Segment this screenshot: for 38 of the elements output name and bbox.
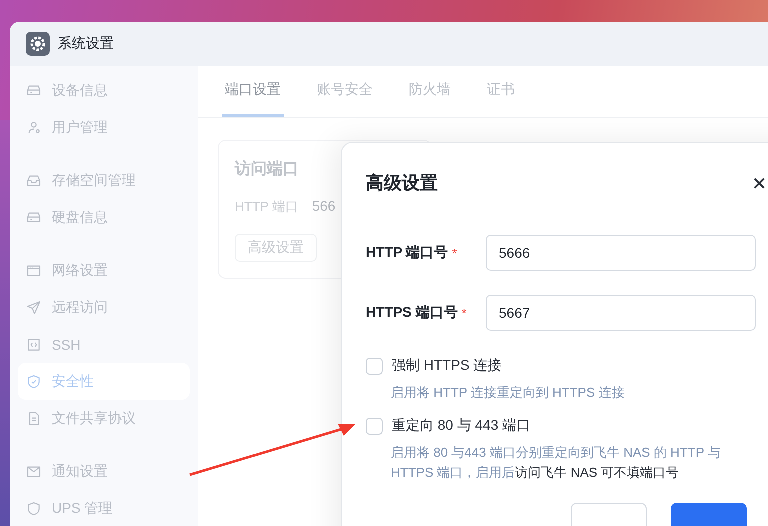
sidebar-item[interactable]: SSH — [18, 326, 190, 363]
sidebar-item-icon — [26, 336, 42, 352]
required-mark: * — [462, 306, 467, 320]
input-field[interactable]: 5667 — [486, 295, 756, 331]
sidebar-item[interactable]: 用户管理 — [18, 109, 190, 146]
sidebar-item-icon — [26, 120, 42, 136]
tab[interactable]: 证书 — [484, 66, 518, 117]
window-title: 系统设置 — [58, 35, 114, 53]
tab[interactable]: 端口设置 — [222, 66, 284, 117]
required-mark: * — [452, 246, 458, 260]
sidebar-item[interactable]: 网络设置 — [18, 252, 190, 289]
sidebar-item[interactable]: 存储空间管理 — [18, 162, 190, 199]
sidebar-item[interactable]: 安全性 — [18, 363, 190, 400]
dialog-title: 高级设置 — [366, 172, 438, 195]
option-description: 启用将 80 与443 端口分别重定向到飞牛 NAS 的 HTTP 与 HTTPS 端口，启用后访问飞牛 NAS 可不填端口号 — [391, 444, 722, 482]
tab[interactable]: 防火墙 — [406, 66, 454, 117]
checkbox-label: 强制 HTTPS 连接 — [392, 357, 502, 375]
sidebar-item[interactable]: 文件共享协议 — [18, 400, 190, 437]
sidebar-item[interactable]: 通知设置 — [18, 453, 190, 490]
sidebar-item[interactable]: 设备信息 — [18, 72, 190, 109]
sidebar-item[interactable]: 硬盘信息 — [18, 199, 190, 236]
sidebar-item-icon — [26, 374, 42, 390]
close-icon[interactable] — [753, 176, 766, 190]
sidebar-item-icon — [26, 500, 42, 516]
checkbox[interactable] — [366, 418, 383, 434]
sidebar-item[interactable]: UPS 管理 — [18, 490, 190, 526]
sidebar-item[interactable]: 远程访问 — [18, 289, 190, 326]
gear-icon — [26, 32, 50, 56]
tab[interactable]: 账号安全 — [314, 66, 376, 117]
checkbox[interactable] — [366, 358, 383, 374]
field-label: HTTPS 端口号 — [366, 304, 458, 322]
checkbox-label: 重定向 80 与 443 端口 — [392, 417, 530, 435]
sidebar-item-icon — [26, 300, 42, 316]
field-label: HTTP 端口号 — [366, 244, 448, 262]
card-title: 访问端口 — [235, 159, 300, 180]
field-value: 566 — [312, 198, 336, 216]
option-description: 启用将 HTTP 连接重定向到 HTTPS 连接 — [391, 384, 626, 402]
input-field[interactable]: 5666 — [486, 235, 756, 271]
